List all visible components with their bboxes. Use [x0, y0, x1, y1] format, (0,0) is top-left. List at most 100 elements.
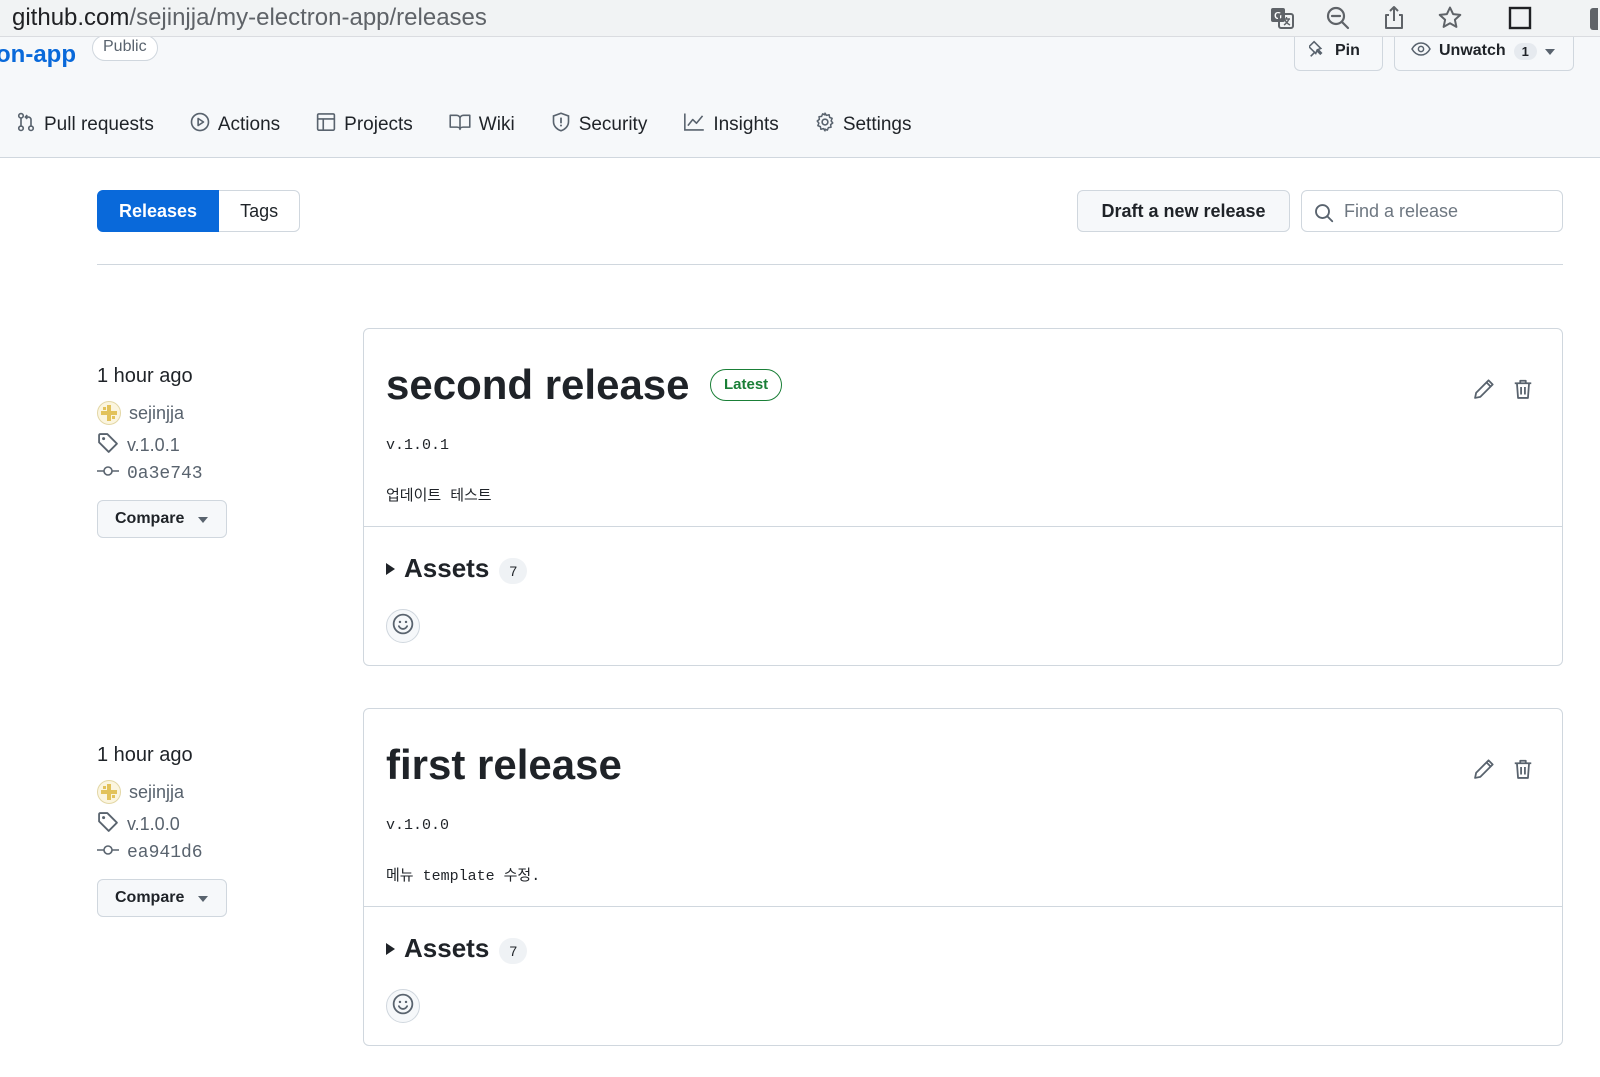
tab-actions[interactable]: Actions	[182, 105, 288, 145]
zoom-out-icon[interactable]	[1324, 4, 1352, 32]
trash-icon[interactable]	[1511, 757, 1535, 781]
book-icon	[449, 112, 471, 138]
release-title[interactable]: first release	[386, 739, 622, 791]
window-icon[interactable]	[1506, 4, 1534, 32]
pin-label: Pin	[1335, 42, 1360, 59]
release-footer: Assets 7	[364, 527, 1562, 665]
avatar	[97, 780, 121, 804]
avatar	[97, 401, 121, 425]
release-body: first release v.1.0.0 메뉴 template 수정.	[364, 709, 1562, 907]
commit-icon	[97, 843, 119, 863]
release-author[interactable]: sejinjja	[97, 401, 337, 425]
compare-button[interactable]: Compare	[97, 879, 227, 917]
trash-icon[interactable]	[1511, 377, 1535, 401]
play-circle-icon	[190, 112, 210, 138]
release-card: first release v.1.0.0 메뉴 template 수정. As…	[363, 708, 1563, 1046]
unwatch-button[interactable]: Unwatch 1	[1394, 37, 1574, 71]
compare-label: Compare	[115, 889, 185, 906]
search-input[interactable]	[1344, 197, 1554, 225]
assets-toggle[interactable]: Assets 7	[386, 553, 528, 584]
release-tag-text: v.1.0.0	[386, 817, 450, 834]
commit-sha: ea941d6	[127, 843, 203, 863]
release-tag-link[interactable]: v.1.0.0	[97, 811, 337, 838]
tab-wiki[interactable]: Wiki	[441, 105, 523, 145]
section-divider	[97, 264, 1563, 265]
eye-icon	[1411, 40, 1431, 63]
release-notes: 메뉴 template 수정.	[386, 868, 541, 885]
chevron-down-icon	[1544, 42, 1555, 60]
add-reaction-button[interactable]	[386, 989, 420, 1023]
translate-icon[interactable]: G	[1268, 4, 1296, 32]
release-footer: Assets 7	[364, 907, 1562, 1045]
release-card: second release Latest v.1.0.1 업데이트 테스트 A…	[363, 328, 1563, 666]
tag-name: v.1.0.1	[127, 434, 180, 455]
shield-icon	[551, 112, 571, 138]
pencil-icon[interactable]	[1472, 757, 1496, 781]
tab-insights[interactable]: Insights	[675, 105, 786, 145]
repo-name[interactable]: on-app	[0, 41, 76, 69]
add-reaction-button[interactable]	[386, 609, 420, 643]
assets-label: Assets	[404, 933, 490, 963]
assets-toggle[interactable]: Assets 7	[386, 933, 528, 964]
tag-icon	[97, 432, 119, 459]
compare-label: Compare	[115, 510, 185, 527]
watch-count: 1	[1513, 42, 1537, 60]
assets-count: 7	[499, 557, 528, 584]
caret-right-icon	[386, 942, 395, 955]
releases-tab[interactable]: Releases	[97, 190, 220, 232]
release-tag-link[interactable]: v.1.0.1	[97, 432, 337, 459]
tab-label: Projects	[344, 114, 413, 135]
assets-label: Assets	[404, 553, 490, 583]
smiley-icon	[392, 613, 414, 640]
release-commit-link[interactable]: ea941d6	[97, 842, 337, 864]
caret-right-icon	[386, 562, 395, 575]
tab-projects[interactable]: Projects	[308, 105, 421, 145]
draft-new-release-button[interactable]: Draft a new release	[1077, 190, 1290, 232]
tag-name: v.1.0.0	[127, 813, 180, 834]
tab-label: Actions	[217, 114, 281, 135]
release-tag-text: v.1.0.1	[386, 437, 450, 454]
pin-icon	[1307, 40, 1327, 63]
url-host: github.com	[12, 4, 130, 31]
tab-settings[interactable]: Settings	[807, 105, 920, 145]
tags-tab[interactable]: Tags	[219, 190, 301, 232]
latest-badge: Latest	[710, 369, 783, 401]
bookmark-star-icon[interactable]	[1436, 4, 1464, 32]
pin-button[interactable]: Pin	[1294, 37, 1383, 71]
release-time: 1 hour ago	[97, 744, 193, 766]
gear-icon	[815, 112, 835, 138]
release-body: second release Latest v.1.0.1 업데이트 테스트	[364, 329, 1562, 527]
release-time: 1 hour ago	[97, 365, 193, 387]
graph-icon	[683, 112, 705, 138]
share-icon[interactable]	[1380, 4, 1408, 32]
find-release-search	[1301, 190, 1563, 232]
commit-icon	[97, 464, 119, 484]
browser-address-bar: github.com/sejinjja/my-electron-app/rele…	[0, 0, 1600, 37]
tab-label: Pull requests	[44, 114, 154, 135]
commit-sha: 0a3e743	[127, 464, 203, 484]
tab-label: Wiki	[478, 114, 515, 135]
tab-security[interactable]: Security	[543, 105, 656, 145]
compare-button[interactable]: Compare	[97, 500, 227, 538]
url-field[interactable]: github.com/sejinjja/my-electron-app/rele…	[12, 3, 487, 33]
release-author[interactable]: sejinjja	[97, 780, 337, 804]
pull-request-icon	[16, 112, 36, 138]
release-commit-link[interactable]: 0a3e743	[97, 463, 337, 485]
tab-pull-requests[interactable]: Pull requests	[8, 105, 162, 145]
release-meta: 1 hour ago sejinjja v.1.0.1 0a3e743 Comp…	[97, 363, 337, 538]
pencil-icon[interactable]	[1472, 377, 1496, 401]
releases-subnav: Releases Tags	[97, 190, 301, 232]
tab-label: Security	[578, 114, 648, 135]
release-notes: 업데이트 테스트	[386, 488, 492, 505]
tag-icon	[97, 811, 119, 838]
table-icon	[316, 112, 336, 138]
release-title[interactable]: second release	[386, 359, 690, 411]
url-path: /sejinjja/my-electron-app/releases	[129, 4, 487, 31]
chevron-down-icon	[198, 889, 209, 907]
chevron-down-icon	[198, 510, 209, 528]
release-meta: 1 hour ago sejinjja v.1.0.0 ea941d6 Comp…	[97, 742, 337, 917]
assets-count: 7	[499, 937, 528, 964]
repo-tabs: Pull requests Actions Projects Wiki Secu…	[0, 105, 923, 145]
author-name: sejinjja	[129, 402, 185, 423]
smiley-icon	[392, 993, 414, 1020]
